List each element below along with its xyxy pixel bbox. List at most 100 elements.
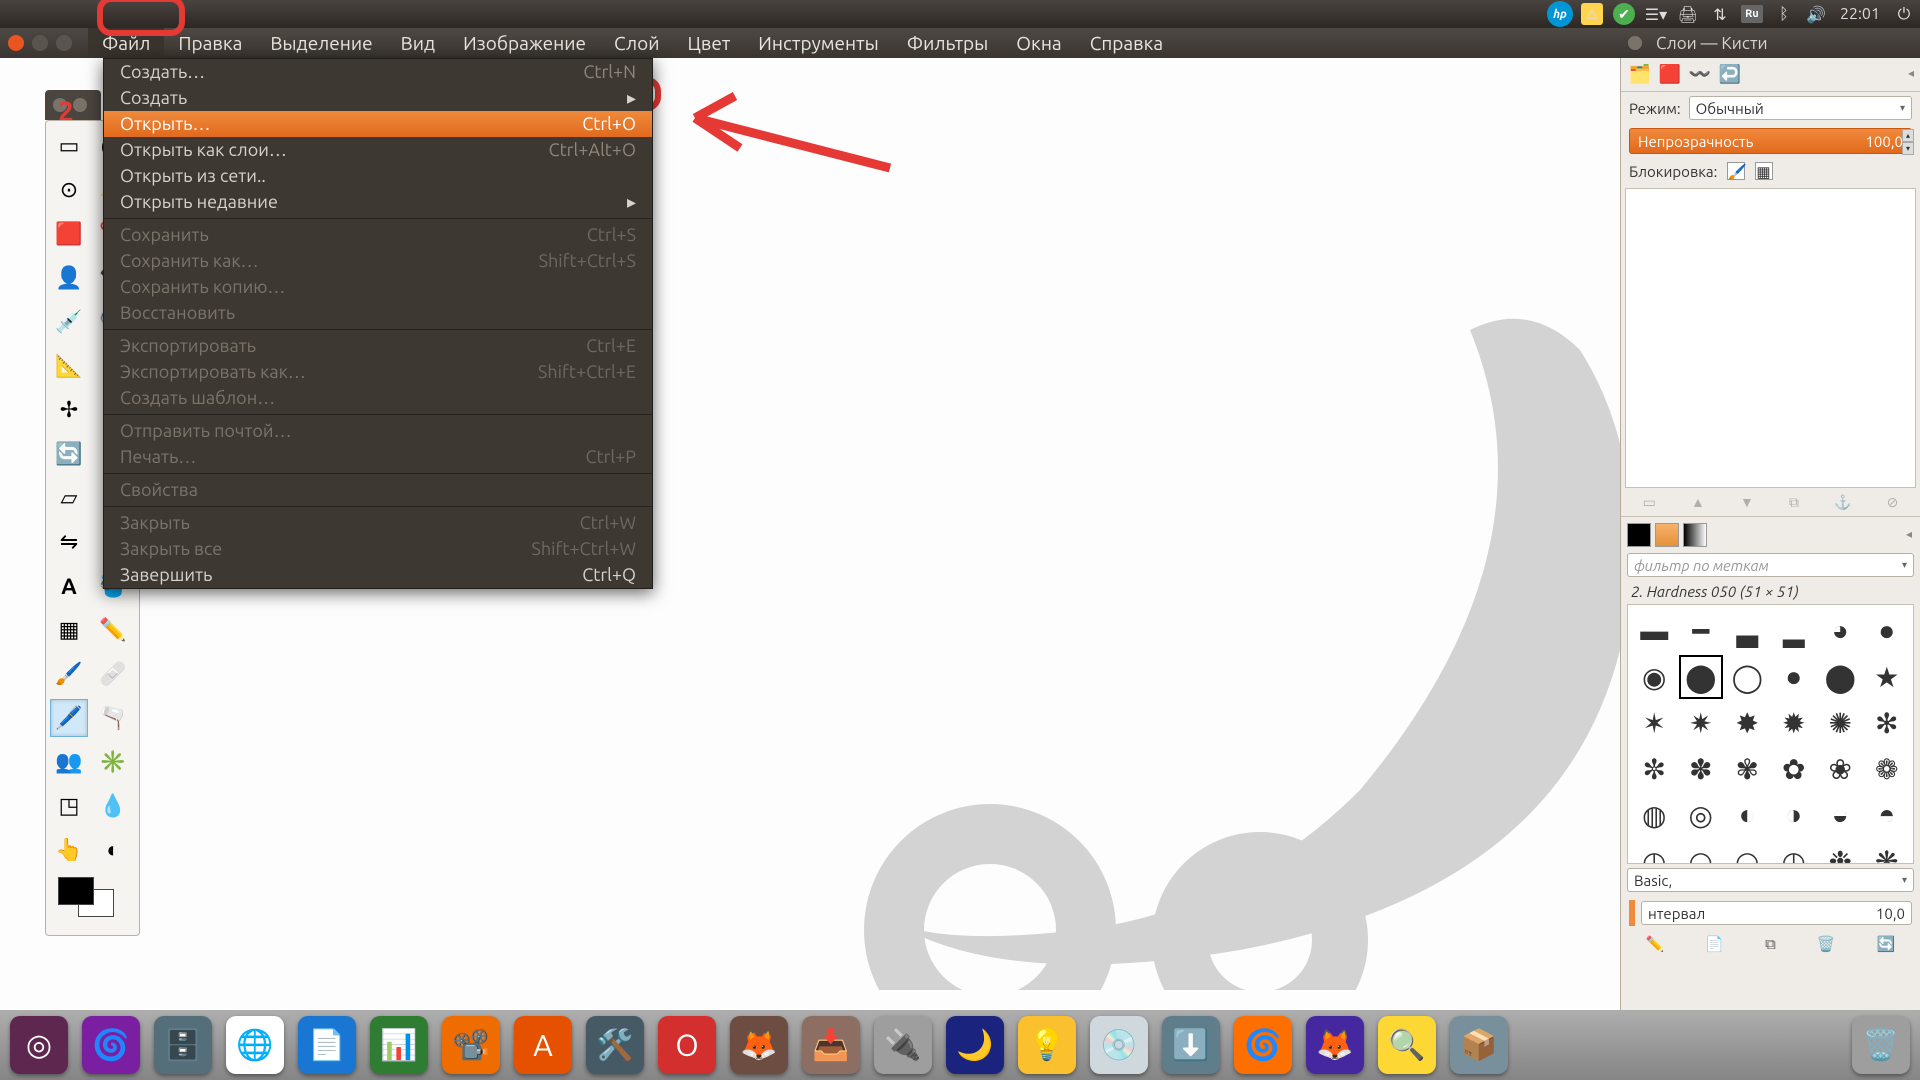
- dock-software[interactable]: A: [514, 1016, 572, 1074]
- dock-disc[interactable]: 💿: [1090, 1016, 1148, 1074]
- color-swatch[interactable]: [58, 877, 118, 921]
- brush-new-icon[interactable]: 📄: [1705, 935, 1724, 953]
- dock-calc[interactable]: 📊: [370, 1016, 428, 1074]
- layer-anchor-icon[interactable]: ⚓: [1834, 494, 1851, 511]
- clock[interactable]: 22:01: [1840, 5, 1880, 23]
- print-icon[interactable]: 🖨: [1675, 1, 1701, 27]
- tool-smudge[interactable]: 👆: [50, 831, 88, 869]
- tab-brushes-icon[interactable]: [1627, 523, 1651, 547]
- menu-open-location[interactable]: Открыть из сети..: [104, 163, 652, 189]
- tool-clone[interactable]: 👥: [50, 743, 88, 781]
- dock-app[interactable]: 📦: [1450, 1016, 1508, 1074]
- menu-tools[interactable]: Инструменты: [744, 28, 892, 58]
- tab-paths-icon[interactable]: 〰️: [1687, 62, 1713, 88]
- brush-grid[interactable]: ▬━▃▂◕● ◉⬤◯●⬤★ ✶✷✸✹✺✻ ✼✽✾✿❀❁ ◍◎◐◑◒◓ ◴◵◶◷❉…: [1627, 604, 1914, 864]
- hp-icon[interactable]: hp: [1547, 1, 1573, 27]
- tool-measure[interactable]: 📐: [50, 347, 88, 385]
- dock-files[interactable]: 🗄️: [154, 1016, 212, 1074]
- opacity-slider[interactable]: Непрозрачность100,0 ▴▾: [1629, 128, 1912, 154]
- dock-writer[interactable]: 📄: [298, 1016, 356, 1074]
- tool-pencil[interactable]: ✏️: [94, 611, 132, 649]
- dock-firefox[interactable]: 🦊: [1306, 1016, 1364, 1074]
- keyboard-layout-icon[interactable]: Ru: [1739, 1, 1765, 27]
- tab-gradients-icon[interactable]: [1683, 523, 1707, 547]
- dock-installer[interactable]: ⬇️: [1162, 1016, 1220, 1074]
- tool-ink[interactable]: 🫗: [94, 699, 132, 737]
- menu-icon[interactable]: ☰▾: [1643, 1, 1669, 27]
- tool-blend[interactable]: ▦: [50, 611, 88, 649]
- dock-impress[interactable]: 📽️: [442, 1016, 500, 1074]
- dock-gimp[interactable]: 🦊: [730, 1016, 788, 1074]
- dock-download[interactable]: 📥: [802, 1016, 860, 1074]
- lock-alpha-checkbox[interactable]: ▦: [1755, 162, 1773, 180]
- dock-bulb[interactable]: 💡: [1018, 1016, 1076, 1074]
- brush-delete-icon[interactable]: 🗑️: [1817, 935, 1836, 953]
- interval-input[interactable]: нтервал10,0: [1641, 901, 1912, 925]
- tool-rotate[interactable]: 🔄: [50, 435, 88, 473]
- power-icon[interactable]: ⏻: [1891, 1, 1917, 27]
- menu-colors[interactable]: Цвет: [673, 28, 744, 58]
- tool-airbrush[interactable]: 🖊️: [50, 699, 88, 737]
- tab-undo-icon[interactable]: ↩️: [1717, 62, 1743, 88]
- layer-up-icon[interactable]: ▲: [1691, 494, 1705, 510]
- dock-opera[interactable]: O: [658, 1016, 716, 1074]
- tab-layers-icon[interactable]: 🗂️: [1627, 62, 1653, 88]
- dock-blender[interactable]: 🌀: [1234, 1016, 1292, 1074]
- volume-icon[interactable]: 🔊: [1803, 1, 1829, 27]
- tool-text[interactable]: A: [50, 567, 88, 605]
- tool-color-picker[interactable]: 💉: [50, 303, 88, 341]
- tab-menu-icon[interactable]: ◂: [1908, 66, 1914, 80]
- layer-delete-icon[interactable]: ⊘: [1887, 494, 1899, 511]
- brush-filter-input[interactable]: фильтр по меткам▾: [1627, 553, 1914, 577]
- brush-set-select[interactable]: Basic,▾: [1627, 868, 1914, 892]
- dock-chrome[interactable]: 🌐: [226, 1016, 284, 1074]
- tool-perspective-clone[interactable]: ◳: [50, 787, 88, 825]
- mode-select[interactable]: Обычный▾: [1689, 96, 1912, 120]
- tool-blur[interactable]: 💧: [94, 787, 132, 825]
- layers-list[interactable]: [1625, 188, 1916, 488]
- menu-open-as-layers[interactable]: Открыть как слои…Ctrl+Alt+O: [104, 137, 652, 163]
- bluetooth-icon[interactable]: ᛒ: [1771, 1, 1797, 27]
- menu-quit[interactable]: ЗавершитьCtrl+Q: [104, 562, 652, 588]
- network-icon[interactable]: ⇅: [1707, 1, 1733, 27]
- tab-patterns-icon[interactable]: [1655, 523, 1679, 547]
- brush-refresh-icon[interactable]: 🔄: [1877, 935, 1896, 953]
- menu-help[interactable]: Справка: [1076, 28, 1177, 58]
- window-maximize-button[interactable]: [56, 35, 72, 51]
- menu-image[interactable]: Изображение: [449, 28, 600, 58]
- menu-filters[interactable]: Фильтры: [893, 28, 1003, 58]
- brush-tab-menu-icon[interactable]: ◂: [1906, 527, 1912, 541]
- dock-trash[interactable]: 🗑️: [1852, 1016, 1910, 1074]
- window-close-button[interactable]: [8, 35, 24, 51]
- tool-free-select[interactable]: ⊙: [50, 171, 88, 209]
- layer-new-icon[interactable]: ▭: [1643, 494, 1656, 511]
- menu-windows[interactable]: Окна: [1002, 28, 1075, 58]
- menu-layer[interactable]: Слой: [600, 28, 674, 58]
- menu-select[interactable]: Выделение: [256, 28, 386, 58]
- tool-dodge[interactable]: ◐: [94, 831, 132, 869]
- dock-search[interactable]: 🔍: [1378, 1016, 1436, 1074]
- dock-ubuntu[interactable]: ◎: [10, 1016, 68, 1074]
- menu-view[interactable]: Вид: [387, 28, 449, 58]
- update-ok-icon[interactable]: ✔: [1611, 1, 1637, 27]
- tool-eraser[interactable]: 🩹: [94, 655, 132, 693]
- dock-usb[interactable]: 🔌: [874, 1016, 932, 1074]
- menu-create-submenu[interactable]: Создать▸: [104, 85, 652, 111]
- dock-stellarium[interactable]: 🌙: [946, 1016, 1004, 1074]
- lock-pixels-checkbox[interactable]: 🖌️: [1727, 162, 1745, 180]
- tool-shear[interactable]: ▱: [50, 479, 88, 517]
- tool-foreground[interactable]: 👤: [50, 259, 88, 297]
- tool-heal[interactable]: ✳️: [94, 743, 132, 781]
- tool-flip[interactable]: ⇋: [50, 523, 88, 561]
- brush-edit-icon[interactable]: ✏️: [1646, 935, 1665, 953]
- tool-rect-select[interactable]: ▭: [50, 127, 88, 165]
- dock-settings[interactable]: 🛠️: [586, 1016, 644, 1074]
- window-minimize-button[interactable]: [32, 35, 48, 51]
- menu-create[interactable]: Создать…Ctrl+N: [104, 59, 652, 85]
- warning-icon[interactable]: ⚠: [1579, 1, 1605, 27]
- menu-open-recent[interactable]: Открыть недавние▸: [104, 189, 652, 215]
- layer-down-icon[interactable]: ▼: [1740, 494, 1754, 510]
- tab-channels-icon[interactable]: 🟥: [1657, 62, 1683, 88]
- panel-close-icon[interactable]: [1628, 36, 1642, 50]
- tool-paintbrush[interactable]: 🖌️: [50, 655, 88, 693]
